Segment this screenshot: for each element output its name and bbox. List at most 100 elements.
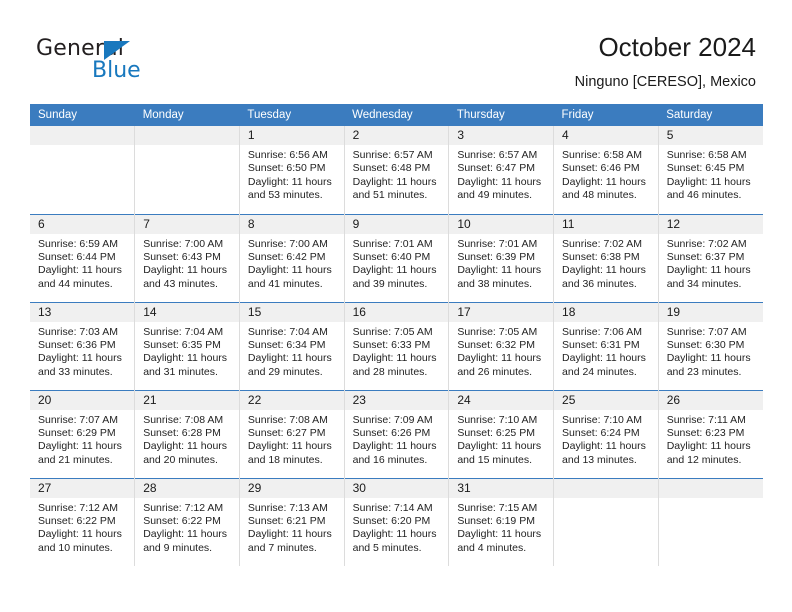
calendar-day-cell[interactable]: 4 Sunrise: 6:58 AM Sunset: 6:46 PM Daylight…	[553, 126, 659, 214]
calendar-day-cell[interactable]: 21 Sunrise: 7:08 AM Sunset: 6:28 PM Dayligh…	[134, 389, 240, 478]
day-sunset-text: Sunset: 6:37 PM	[666, 250, 745, 263]
calendar-day-cell[interactable]: 1 Sunrise: 6:56 AM Sunset: 6:50 PM Daylight…	[238, 126, 345, 214]
day-daylight-text: Daylight: 11 hours	[562, 352, 646, 365]
day-daylight-text: and 39 minutes.	[352, 277, 428, 290]
calendar-day-cell[interactable]: 5 Sunrise: 6:58 AM Sunset: 6:45 PM Daylight…	[657, 126, 763, 214]
day-number: 11	[554, 214, 658, 234]
calendar-day-cell[interactable]: 31 Sunrise: 7:15 AM Sunset: 6:19 PM Dayligh…	[448, 477, 554, 566]
day-daylight-text: Daylight: 11 hours	[38, 352, 122, 365]
day-number: 30	[344, 478, 449, 498]
day-sunset-text: Sunset: 6:47 PM	[457, 162, 535, 175]
calendar-day-cell-empty	[134, 126, 240, 214]
calendar-day-cell[interactable]: 29 Sunrise: 7:13 AM Sunset: 6:21 PM Dayligh…	[238, 477, 345, 566]
day-sunrise-text: Sunrise: 7:11 AM	[666, 413, 746, 426]
day-daylight-text: Daylight: 11 hours	[562, 440, 646, 453]
day-daylight-text: and 44 minutes.	[38, 277, 113, 290]
day-sun-info: Sunrise: 7:11 AM Sunset: 6:23 PM Daylight:…	[659, 410, 763, 468]
calendar-day-cell[interactable]: 26 Sunrise: 7:11 AM Sunset: 6:23 PM Dayligh…	[657, 389, 763, 478]
day-sunset-text: Sunset: 6:26 PM	[352, 426, 431, 439]
calendar-day-cell[interactable]: 24 Sunrise: 7:10 AM Sunset: 6:25 PM Dayligh…	[448, 389, 554, 478]
day-sunrise-text: Sunrise: 7:14 AM	[352, 501, 433, 514]
calendar-day-cell[interactable]: 13 Sunrise: 7:03 AM Sunset: 6:36 PM Dayligh…	[30, 301, 135, 390]
day-daylight-text: Daylight: 11 hours	[457, 352, 542, 365]
day-daylight-text: and 15 minutes.	[457, 453, 533, 466]
day-sun-info: Sunrise: 7:10 AM Sunset: 6:25 PM Daylight:…	[449, 410, 553, 468]
day-sun-info: Sunrise: 7:04 AM Sunset: 6:34 PM Daylight:…	[240, 322, 344, 380]
calendar-day-cell[interactable]: 18 Sunrise: 7:06 AM Sunset: 6:31 PM Dayligh…	[553, 301, 659, 390]
day-number: 6	[30, 214, 135, 234]
page-title: October 2024	[598, 32, 756, 62]
calendar-day-cell[interactable]: 2 Sunrise: 6:57 AM Sunset: 6:48 PM Daylight…	[343, 126, 449, 214]
calendar-day-cell[interactable]: 14 Sunrise: 7:04 AM Sunset: 6:35 PM Dayligh…	[134, 301, 240, 390]
day-daylight-text: Daylight: 11 hours	[666, 440, 751, 453]
calendar-day-cell[interactable]: 16 Sunrise: 7:05 AM Sunset: 6:33 PM Dayligh…	[343, 301, 449, 390]
day-number: 22	[239, 390, 344, 410]
day-daylight-text: Daylight: 11 hours	[352, 175, 437, 188]
day-sunrise-text: Sunrise: 7:02 AM	[666, 237, 747, 250]
calendar-body: 1 Sunrise: 6:56 AM Sunset: 6:50 PM Daylight…	[30, 126, 763, 566]
calendar-day-cell[interactable]: 22 Sunrise: 7:08 AM Sunset: 6:27 PM Dayligh…	[238, 389, 345, 478]
day-sun-info: Sunrise: 7:01 AM Sunset: 6:39 PM Daylight:…	[449, 234, 553, 292]
day-sunset-text: Sunset: 6:31 PM	[562, 338, 640, 351]
day-number: 4	[554, 126, 658, 145]
day-number: 3	[449, 126, 554, 145]
calendar-day-cell[interactable]: 30 Sunrise: 7:14 AM Sunset: 6:20 PM Dayligh…	[343, 477, 449, 566]
day-sunset-text: Sunset: 6:32 PM	[457, 338, 535, 351]
calendar-day-cell[interactable]: 25 Sunrise: 7:10 AM Sunset: 6:24 PM Dayligh…	[553, 389, 659, 478]
day-sun-info: Sunrise: 7:13 AM Sunset: 6:21 PM Daylight:…	[240, 498, 344, 556]
day-sun-info: Sunrise: 7:12 AM Sunset: 6:22 PM Daylight:…	[30, 498, 134, 556]
calendar-week-row: 1 Sunrise: 6:56 AM Sunset: 6:50 PM Daylight…	[30, 126, 763, 214]
day-daylight-text: and 7 minutes.	[247, 541, 317, 554]
day-sun-info: Sunrise: 6:56 AM Sunset: 6:50 PM Daylight:…	[240, 145, 344, 203]
day-sunrise-text: Sunrise: 6:58 AM	[666, 149, 747, 161]
calendar-day-cell[interactable]: 17 Sunrise: 7:05 AM Sunset: 6:32 PM Dayligh…	[448, 301, 554, 390]
day-number: 18	[554, 302, 658, 322]
calendar-day-cell[interactable]: 27 Sunrise: 7:12 AM Sunset: 6:22 PM Dayligh…	[30, 477, 135, 566]
day-number: 14	[135, 302, 239, 322]
day-sun-info: Sunrise: 7:00 AM Sunset: 6:43 PM Daylight:…	[135, 234, 239, 292]
calendar-header-row: Sunday Monday Tuesday Wednesday Thursday Frid…	[30, 104, 763, 126]
calendar-day-cell[interactable]: 11 Sunrise: 7:02 AM Sunset: 6:38 PM Dayligh…	[553, 213, 659, 302]
calendar-day-cell-empty	[553, 477, 659, 566]
day-number: 27	[30, 478, 135, 498]
day-daylight-text: Daylight: 11 hours	[352, 264, 437, 277]
calendar-day-cell[interactable]: 8 Sunrise: 7:00 AM Sunset: 6:42 PM Daylight…	[238, 213, 345, 302]
day-daylight-text: and 31 minutes.	[143, 365, 218, 378]
calendar-week-row: 20 Sunrise: 7:07 AM Sunset: 6:29 PM Dayligh…	[30, 389, 763, 478]
calendar-day-cell-empty	[657, 477, 763, 566]
calendar-day-cell[interactable]: 9 Sunrise: 7:01 AM Sunset: 6:40 PM Daylight…	[343, 213, 449, 302]
day-daylight-text: Daylight: 11 hours	[143, 352, 228, 365]
calendar-day-cell[interactable]: 12 Sunrise: 7:02 AM Sunset: 6:37 PM Dayligh…	[657, 213, 763, 302]
day-daylight-text: Daylight: 11 hours	[352, 440, 437, 453]
day-number: 23	[344, 390, 449, 410]
day-daylight-text: Daylight: 11 hours	[457, 175, 542, 188]
day-daylight-text: Daylight: 11 hours	[562, 264, 646, 277]
day-number	[658, 478, 763, 498]
calendar-day-cell[interactable]: 7 Sunrise: 7:00 AM Sunset: 6:43 PM Daylight…	[134, 213, 240, 302]
day-sunset-text: Sunset: 6:35 PM	[143, 338, 221, 351]
calendar-day-cell[interactable]: 15 Sunrise: 7:04 AM Sunset: 6:34 PM Dayligh…	[238, 301, 345, 390]
calendar-day-cell[interactable]: 28 Sunrise: 7:12 AM Sunset: 6:22 PM Dayligh…	[134, 477, 240, 566]
day-daylight-text: and 16 minutes.	[352, 453, 428, 466]
weekday-header-friday: Friday	[553, 104, 659, 126]
day-number: 28	[135, 478, 239, 498]
calendar-day-cell[interactable]: 6 Sunrise: 6:59 AM Sunset: 6:44 PM Daylight…	[30, 213, 135, 302]
day-number: 13	[30, 302, 135, 322]
page-header: General Blue October 2024 Ninguno [CERES…	[0, 0, 792, 104]
day-daylight-text: Daylight: 11 hours	[457, 264, 542, 277]
day-daylight-text: Daylight: 11 hours	[352, 352, 437, 365]
calendar-day-cell[interactable]: 19 Sunrise: 7:07 AM Sunset: 6:30 PM Dayligh…	[657, 301, 763, 390]
calendar-day-cell[interactable]: 3 Sunrise: 6:57 AM Sunset: 6:47 PM Daylight…	[448, 126, 554, 214]
calendar-day-cell[interactable]: 10 Sunrise: 7:01 AM Sunset: 6:39 PM Dayligh…	[448, 213, 554, 302]
day-sunset-text: Sunset: 6:22 PM	[38, 514, 116, 527]
calendar-day-cell[interactable]: 23 Sunrise: 7:09 AM Sunset: 6:26 PM Dayligh…	[343, 389, 449, 478]
calendar-day-cell[interactable]: 20 Sunrise: 7:07 AM Sunset: 6:29 PM Dayligh…	[30, 389, 135, 478]
day-sunset-text: Sunset: 6:22 PM	[143, 514, 221, 527]
general-blue-logo[interactable]: General Blue	[36, 36, 236, 88]
day-sun-info: Sunrise: 7:01 AM Sunset: 6:40 PM Daylight:…	[345, 234, 449, 292]
day-sunrise-text: Sunrise: 7:05 AM	[457, 325, 538, 338]
day-daylight-text: and 28 minutes.	[352, 365, 428, 378]
day-daylight-text: and 34 minutes.	[666, 277, 742, 290]
day-sunrise-text: Sunrise: 6:57 AM	[457, 149, 538, 161]
day-number: 8	[239, 214, 344, 234]
